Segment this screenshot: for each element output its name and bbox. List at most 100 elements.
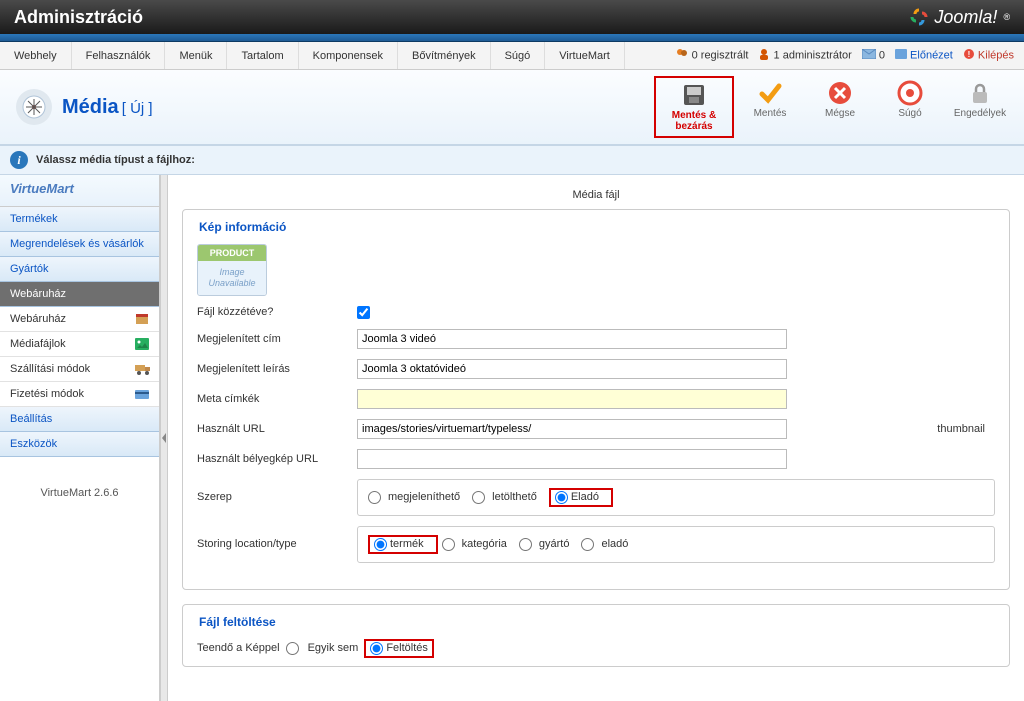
upload-label: Teendő a Képpel bbox=[197, 642, 280, 654]
sidebar-tools[interactable]: Eszközök bbox=[0, 432, 159, 457]
payment-icon bbox=[135, 388, 149, 400]
menu-components[interactable]: Komponensek bbox=[299, 42, 398, 69]
page-icon bbox=[16, 89, 52, 125]
sidebar-products[interactable]: Termékek bbox=[0, 207, 159, 232]
storing-category-label: kategória bbox=[462, 538, 507, 550]
permissions-button[interactable]: Engedélyek bbox=[946, 76, 1014, 138]
info-bar: i Válassz média típust a fájlhoz: bbox=[0, 145, 1024, 175]
sidebar: VirtueMart Termékek Megrendelések és vás… bbox=[0, 175, 160, 701]
thumbnail-suffix: thumbnail bbox=[937, 423, 995, 435]
desc-input[interactable] bbox=[357, 359, 787, 379]
media-icon bbox=[135, 338, 149, 350]
status-admin[interactable]: 1 adminisztrátor bbox=[758, 48, 851, 63]
sidebar-sub-shipping[interactable]: Szállítási módok bbox=[0, 357, 159, 382]
menu-menus[interactable]: Menük bbox=[165, 42, 227, 69]
logout-icon: ! bbox=[963, 48, 975, 63]
topbar: Adminisztráció Joomla!® bbox=[0, 0, 1024, 34]
cancel-icon bbox=[808, 80, 872, 106]
label-meta: Meta címkék bbox=[197, 393, 357, 405]
menu-virtuemart[interactable]: VirtueMart bbox=[545, 42, 625, 69]
toolbar: Mentés & bezárás Mentés Mégse Súgó Enged… bbox=[654, 76, 1014, 138]
check-icon bbox=[738, 80, 802, 106]
role-displayable-label: megjeleníthető bbox=[388, 491, 460, 503]
url-input[interactable] bbox=[357, 419, 787, 439]
sidebar-orders[interactable]: Megrendelések és vásárlók bbox=[0, 232, 159, 257]
status-messages[interactable]: 0 bbox=[862, 49, 885, 62]
role-downloadable-radio[interactable] bbox=[472, 491, 485, 504]
menu-site[interactable]: Webhely bbox=[0, 42, 72, 69]
label-thumb-url: Használt bélyegkép URL bbox=[197, 453, 357, 465]
content: Média fájl Kép információ PRODUCT Image … bbox=[168, 175, 1024, 701]
preview-icon bbox=[895, 49, 907, 62]
menu-content[interactable]: Tartalom bbox=[227, 42, 298, 69]
role-downloadable-label: letölthető bbox=[492, 491, 537, 503]
joomla-logo: Joomla!® bbox=[910, 7, 1010, 28]
published-checkbox[interactable] bbox=[357, 306, 370, 319]
preview-link[interactable]: Előnézet bbox=[895, 49, 953, 62]
role-forsale-label: Eladó bbox=[571, 491, 599, 503]
info-text: Válassz média típust a fájlhoz: bbox=[36, 154, 195, 166]
sidebar-sub-shop[interactable]: Webáruház bbox=[0, 307, 159, 332]
sidebar-sub-payment[interactable]: Fizetési módok bbox=[0, 382, 159, 407]
help-icon bbox=[878, 80, 942, 106]
upload-none-radio[interactable] bbox=[286, 642, 299, 655]
sidebar-version: VirtueMart 2.6.6 bbox=[0, 457, 159, 529]
svg-text:!: ! bbox=[968, 50, 971, 59]
joomla-icon bbox=[910, 8, 928, 26]
meta-input[interactable] bbox=[357, 389, 787, 409]
storing-radio-group: termék kategória gyártó eladó bbox=[357, 526, 995, 563]
users-icon bbox=[675, 48, 689, 63]
shop-icon bbox=[135, 313, 149, 325]
label-desc: Megjelenített leírás bbox=[197, 363, 357, 375]
storing-product-label: termék bbox=[390, 538, 424, 550]
admin-title: Adminisztráció bbox=[14, 7, 143, 28]
label-title: Megjelenített cím bbox=[197, 333, 357, 345]
logout-link[interactable]: ! Kilépés bbox=[963, 48, 1014, 63]
storing-vendor-label: eladó bbox=[601, 538, 628, 550]
admin-icon bbox=[758, 48, 770, 63]
menu-extensions[interactable]: Bővítmények bbox=[398, 42, 491, 69]
mail-icon bbox=[862, 49, 876, 62]
sidebar-manufacturers[interactable]: Gyártók bbox=[0, 257, 159, 282]
save-close-button[interactable]: Mentés & bezárás bbox=[654, 76, 734, 138]
role-radio-group: megjeleníthető letölthető Eladó bbox=[357, 479, 995, 516]
image-info-fieldset: Kép információ PRODUCT Image Unavailable… bbox=[182, 209, 1010, 590]
title-input[interactable] bbox=[357, 329, 787, 349]
title-bar: Média [ Új ] Mentés & bezárás Mentés Még… bbox=[0, 70, 1024, 145]
storing-category-radio[interactable] bbox=[442, 538, 455, 551]
help-button[interactable]: Súgó bbox=[876, 76, 944, 138]
menu-help[interactable]: Súgó bbox=[491, 42, 546, 69]
label-url: Használt URL bbox=[197, 423, 357, 435]
role-displayable-radio[interactable] bbox=[368, 491, 381, 504]
lock-icon bbox=[948, 80, 1012, 106]
cancel-button[interactable]: Mégse bbox=[806, 76, 874, 138]
thumb-url-input[interactable] bbox=[357, 449, 787, 469]
role-forsale-radio[interactable] bbox=[555, 491, 568, 504]
status-bar: 0 regisztrált 1 adminisztrátor 0 Előnéze… bbox=[675, 42, 1024, 69]
storing-manufacturer-label: gyártó bbox=[539, 538, 570, 550]
storing-vendor-radio[interactable] bbox=[581, 538, 594, 551]
truck-icon bbox=[135, 363, 149, 375]
save-button[interactable]: Mentés bbox=[736, 76, 804, 138]
image-info-legend: Kép információ bbox=[193, 220, 292, 234]
sidebar-sub-media[interactable]: Médiafájlok bbox=[0, 332, 159, 357]
label-published: Fájl közzétéve? bbox=[197, 306, 357, 318]
joomla-text: Joomla! bbox=[934, 7, 997, 28]
info-icon: i bbox=[10, 151, 28, 169]
sidebar-shop[interactable]: Webáruház bbox=[0, 282, 159, 307]
sidebar-toggle[interactable] bbox=[160, 175, 168, 701]
blue-strip bbox=[0, 34, 1024, 42]
main-menu: Webhely Felhasználók Menük Tartalom Komp… bbox=[0, 42, 1024, 70]
page-subtitle: [ Új ] bbox=[122, 100, 153, 117]
product-thumbnail: PRODUCT Image Unavailable bbox=[197, 244, 267, 296]
storing-product-radio[interactable] bbox=[374, 538, 387, 551]
storing-manufacturer-radio[interactable] bbox=[519, 538, 532, 551]
status-registered[interactable]: 0 regisztrált bbox=[675, 48, 749, 63]
page-title: Média bbox=[62, 96, 119, 118]
label-role: Szerep bbox=[197, 491, 357, 503]
upload-upload-radio[interactable] bbox=[370, 642, 383, 655]
section-title: Média fájl bbox=[182, 185, 1010, 209]
label-storing: Storing location/type bbox=[197, 538, 357, 550]
sidebar-settings[interactable]: Beállítás bbox=[0, 407, 159, 432]
menu-users[interactable]: Felhasználók bbox=[72, 42, 166, 69]
